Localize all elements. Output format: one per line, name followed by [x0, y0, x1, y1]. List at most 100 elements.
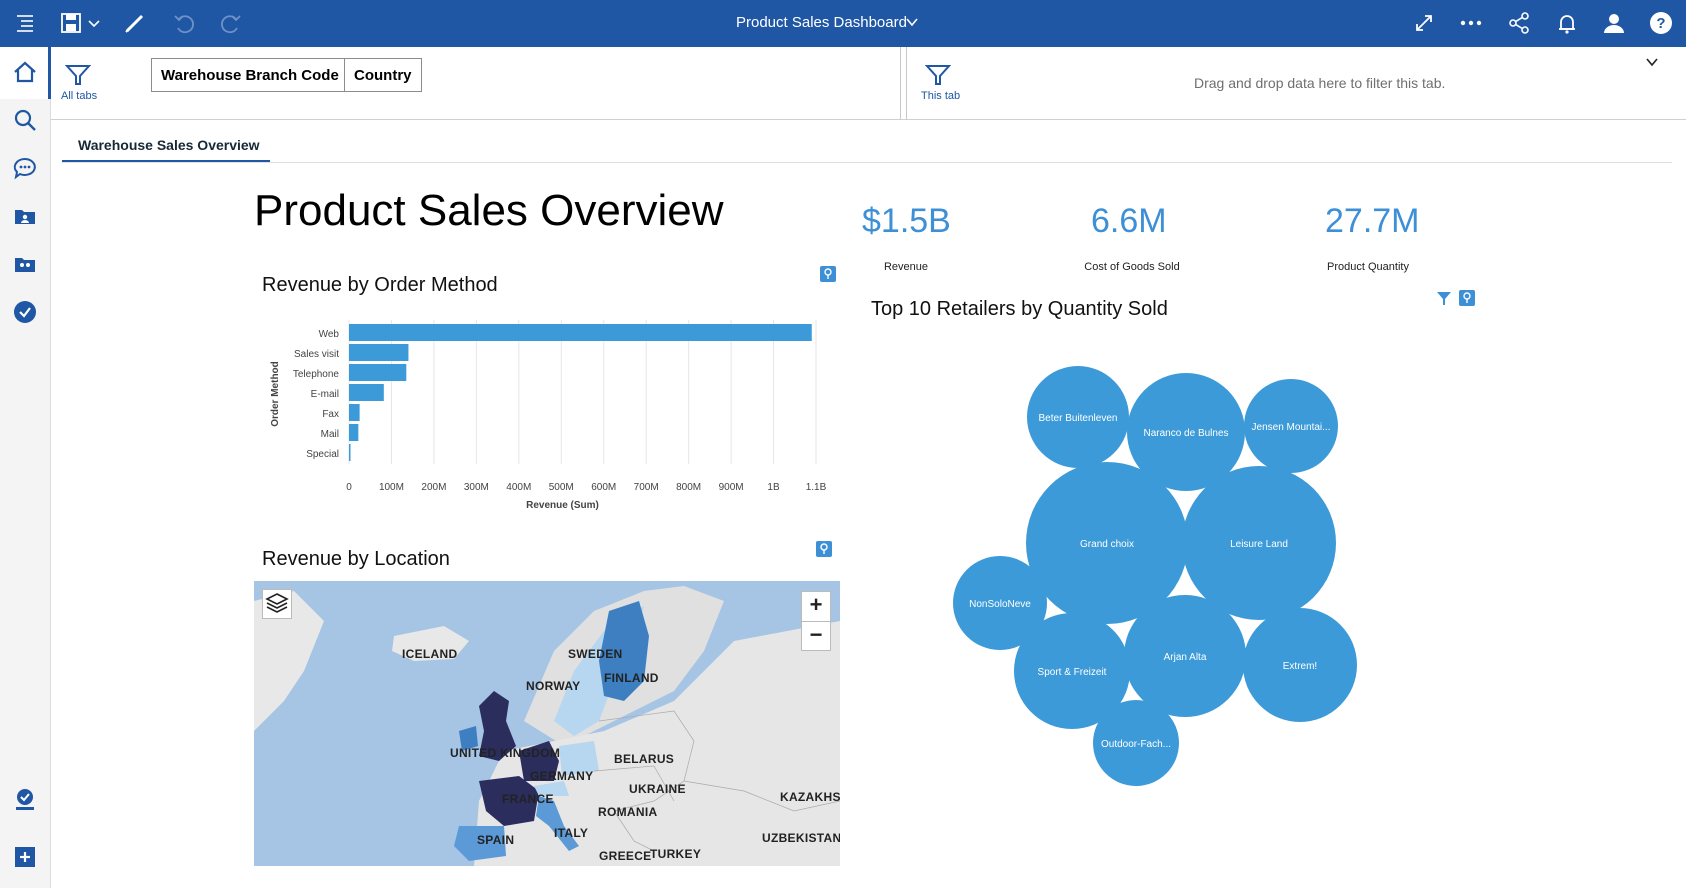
- category-label: Mail: [321, 429, 339, 440]
- map-label-belarus: BELARUS: [614, 752, 675, 766]
- bar[interactable]: [349, 404, 360, 421]
- filter-divider-handle[interactable]: [900, 47, 907, 120]
- bar[interactable]: [349, 324, 812, 341]
- redo-icon[interactable]: [218, 10, 244, 36]
- my-content-icon[interactable]: [12, 203, 38, 229]
- new-icon[interactable]: [12, 844, 38, 870]
- map-layers-button[interactable]: [262, 589, 292, 619]
- bar[interactable]: [349, 444, 351, 461]
- menu-icon[interactable]: [12, 10, 38, 36]
- map-label-turkey: TURKEY: [650, 847, 702, 861]
- all-tabs-label[interactable]: All tabs: [61, 90, 97, 102]
- category-label: E-mail: [311, 389, 339, 400]
- this-tab-label[interactable]: This tab: [921, 90, 960, 102]
- dashboard-title[interactable]: Product Sales Dashboard: [736, 14, 907, 31]
- bubble-chart-top-retailers: Beter Buitenleven Naranco de Bulnes Jensen…: [953, 366, 1357, 786]
- kpi-cogs-value: 6.6M: [1091, 202, 1167, 240]
- chevron-down-icon[interactable]: [905, 15, 919, 29]
- map-label-norway: NORWAY: [526, 679, 581, 693]
- tab-divider: [62, 162, 1672, 163]
- bubble-label: Beter Buitenleven: [1039, 413, 1118, 424]
- user-icon[interactable]: [1601, 10, 1627, 36]
- category-label: Sales visit: [294, 349, 339, 360]
- zoom-out-button[interactable]: −: [801, 621, 831, 651]
- bubble-label: Outdoor-Fach...: [1101, 739, 1171, 750]
- map-label-ukraine: UKRAINE: [629, 782, 686, 796]
- search-icon[interactable]: [12, 107, 38, 133]
- pin-icon[interactable]: [816, 541, 832, 557]
- x-tick-label: 1.1B: [806, 482, 827, 493]
- bubble-label: Extrem!: [1283, 661, 1317, 672]
- save-icon[interactable]: [58, 10, 84, 36]
- bar[interactable]: [349, 384, 384, 401]
- map-label-greece: GREECE: [599, 849, 652, 863]
- filter-chip-warehouse-branch-code[interactable]: Warehouse Branch Code: [151, 58, 349, 92]
- bubble-label: NonSoloNeve: [969, 599, 1031, 610]
- chat-icon[interactable]: [12, 155, 38, 181]
- kpi-cogs-label: Cost of Goods Sold: [1084, 261, 1180, 273]
- map-label-uzbekistan: UZBEKISTAN: [762, 831, 840, 845]
- share-icon[interactable]: [1506, 10, 1532, 36]
- undo-icon[interactable]: [171, 10, 197, 36]
- x-tick-label: 400M: [506, 482, 531, 493]
- page-title: Product Sales Overview: [254, 186, 724, 235]
- notifications-icon[interactable]: [1554, 10, 1580, 36]
- chevron-down-icon[interactable]: [1645, 55, 1659, 69]
- svg-text:?: ?: [1656, 15, 1665, 32]
- x-tick-label: 0: [346, 482, 352, 493]
- more-icon[interactable]: [1458, 10, 1484, 36]
- category-label: Telephone: [293, 369, 340, 380]
- kpi-quantity-value: 27.7M: [1325, 202, 1420, 240]
- edit-icon[interactable]: [122, 10, 148, 36]
- x-tick-label: 1B: [767, 482, 780, 493]
- kpi-quantity-label: Product Quantity: [1327, 261, 1409, 273]
- bar[interactable]: [349, 344, 409, 361]
- tab-warehouse-sales-overview[interactable]: Warehouse Sales Overview: [62, 133, 270, 162]
- bubble-label: Arjan Alta: [1164, 652, 1207, 663]
- filter-chip-country[interactable]: Country: [344, 58, 422, 92]
- map-label-italy: ITALY: [554, 826, 589, 840]
- x-axis-label: Revenue (Sum): [526, 500, 599, 511]
- bar[interactable]: [349, 364, 407, 381]
- category-label: Fax: [322, 409, 339, 420]
- bubble-label: Naranco de Bulnes: [1143, 428, 1228, 439]
- filter-icon[interactable]: [65, 63, 91, 87]
- bubble-label: Sport & Freizeit: [1038, 667, 1107, 678]
- expand-icon[interactable]: [1411, 10, 1437, 36]
- map-label-kazakhstan: KAZAKHSTA: [780, 790, 840, 804]
- layers-icon: [265, 593, 289, 613]
- map-label-finland: FINLAND: [604, 671, 659, 685]
- bar[interactable]: [349, 424, 359, 441]
- revenue-map[interactable]: + − ICELAND SWEDEN FINLAND NORWAY UNITED…: [254, 581, 840, 866]
- bar-chart-order-method: 0 100M 200M 300M 400M 500M 600M 700M 800M 900M 1B 1…: [270, 320, 827, 511]
- zoom-in-button[interactable]: +: [801, 591, 831, 621]
- help-icon[interactable]: ?: [1648, 10, 1674, 36]
- bubble-label: Grand choix: [1080, 539, 1134, 550]
- map-label-sweden: SWEDEN: [568, 647, 623, 661]
- kpi-revenue-label: Revenue: [883, 261, 929, 273]
- profile-icon[interactable]: [12, 787, 38, 813]
- team-content-icon[interactable]: [12, 251, 38, 277]
- bubble-label: Jensen Mountai...: [1252, 422, 1331, 433]
- x-tick-label: 700M: [634, 482, 659, 493]
- drop-zone-hint[interactable]: Drag and drop data here to filter this t…: [1194, 75, 1445, 91]
- pin-icon[interactable]: [820, 266, 836, 282]
- widget-title-order-method: Revenue by Order Method: [262, 274, 498, 296]
- y-axis-label: Order Method: [270, 361, 281, 427]
- x-tick-label: 900M: [719, 482, 744, 493]
- filter-icon[interactable]: [925, 63, 951, 87]
- map-label-iceland: ICELAND: [402, 647, 458, 661]
- map-label-united-kingdom: UNITED KINGDOM: [450, 746, 561, 760]
- chevron-down-icon[interactable]: [86, 10, 102, 36]
- category-label: Web: [319, 329, 340, 340]
- filter-icon[interactable]: [1436, 290, 1452, 306]
- category-label: Special: [306, 449, 339, 460]
- x-tick-label: 300M: [464, 482, 489, 493]
- home-icon[interactable]: [12, 59, 38, 85]
- x-tick-label: 200M: [421, 482, 446, 493]
- recent-icon[interactable]: [12, 299, 38, 325]
- map-label-germany: GERMANY: [530, 769, 594, 783]
- map-label-spain: SPAIN: [477, 833, 515, 847]
- pin-icon[interactable]: [1459, 290, 1475, 306]
- widget-title-top-retailers: Top 10 Retailers by Quantity Sold: [871, 298, 1168, 320]
